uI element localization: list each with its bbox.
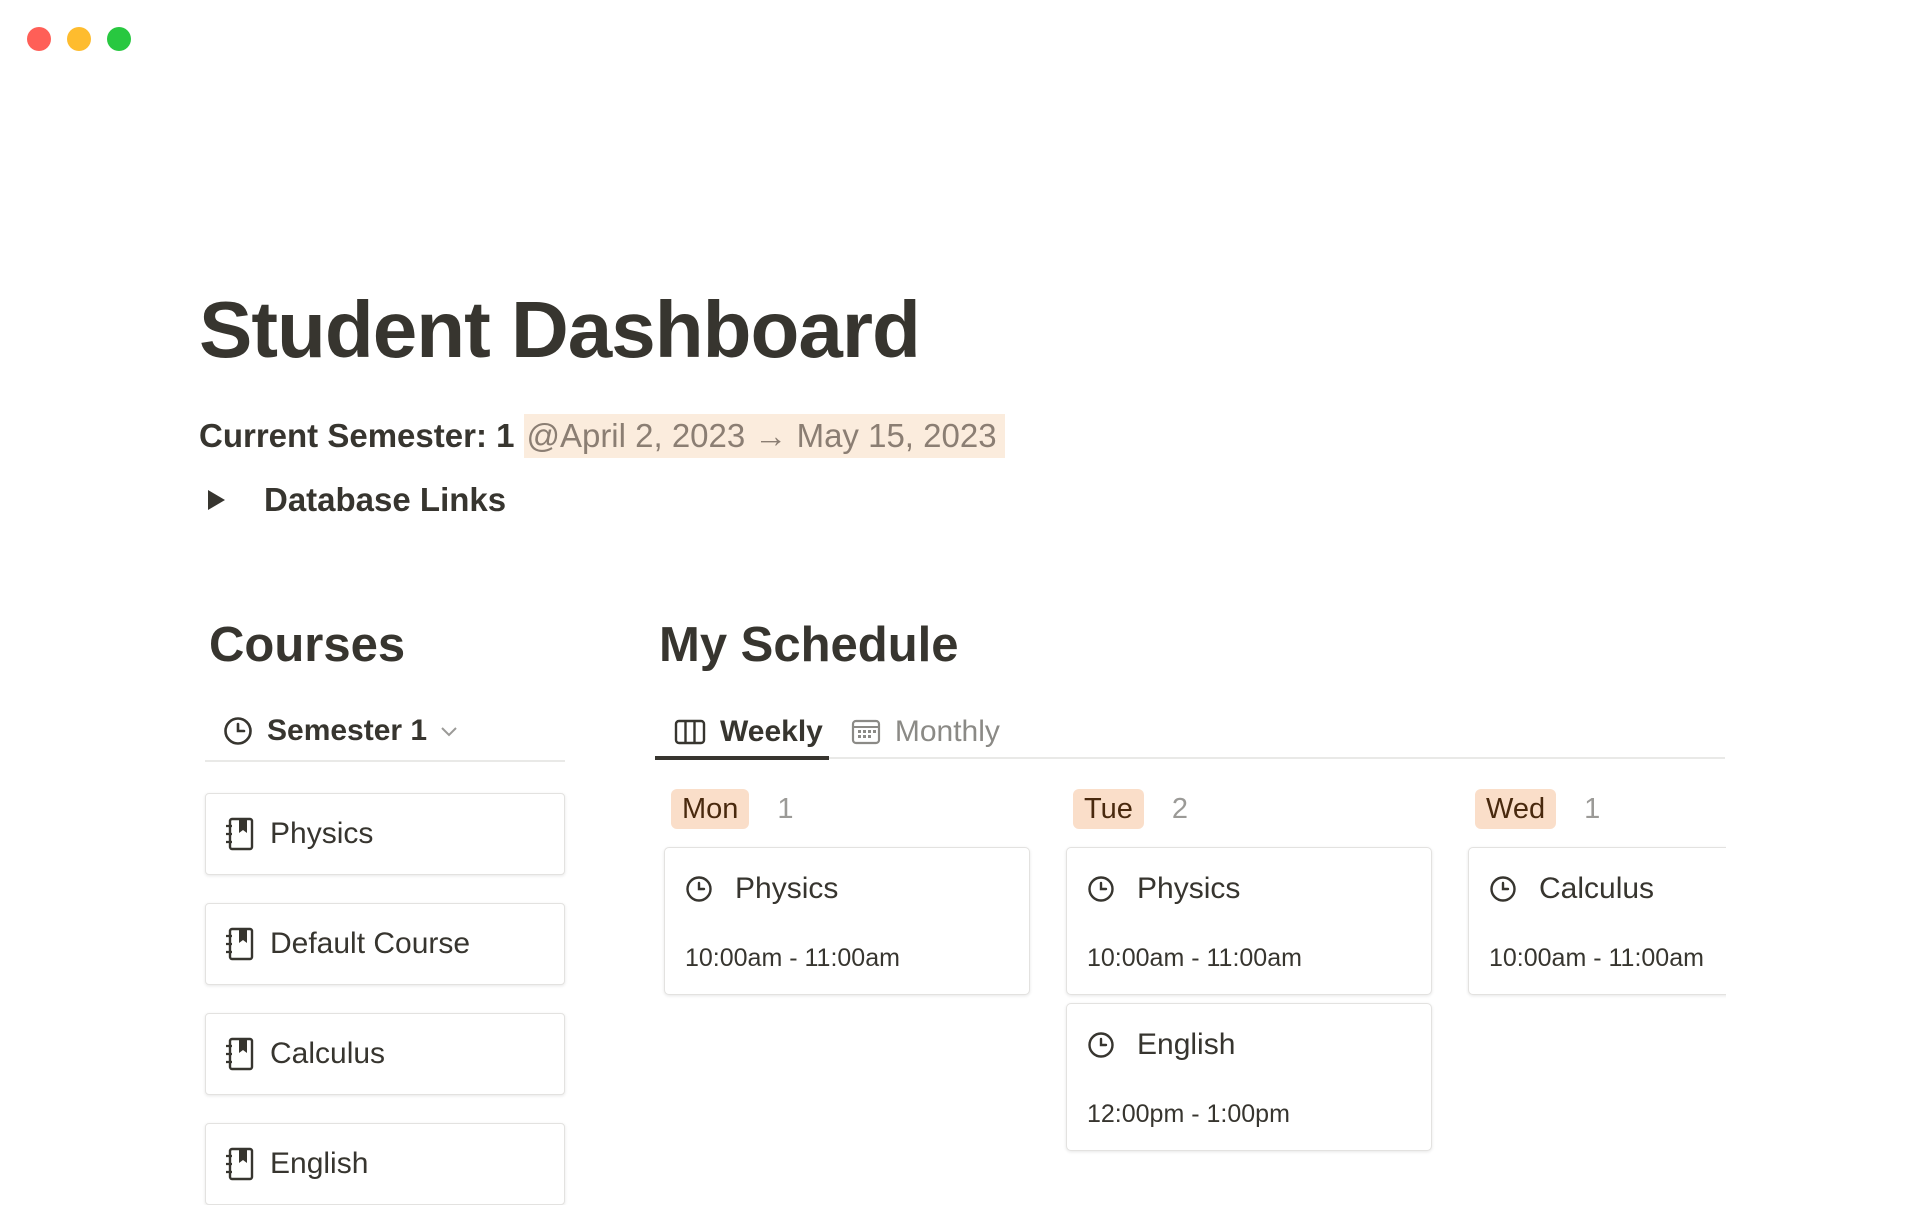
course-card[interactable]: Calculus (205, 1013, 565, 1095)
notebook-icon (224, 817, 256, 851)
schedule-card-title-row: English (1087, 1028, 1235, 1062)
day-count: 1 (777, 792, 794, 825)
event-title: English (1137, 1028, 1236, 1061)
tab-monthly[interactable]: Monthly (837, 700, 1014, 764)
maximize-window-button[interactable] (107, 27, 131, 51)
notebook-icon (224, 1147, 256, 1181)
close-window-button[interactable] (27, 27, 51, 51)
clock-icon (1087, 875, 1115, 903)
schedule-view-tabs: Weekly Monthly (660, 700, 1014, 764)
minimize-window-button[interactable] (67, 27, 91, 51)
calendar-icon (851, 718, 881, 746)
wed-column-clip: Calculus 10:00am - 11:00am (1466, 845, 1726, 1005)
database-links-toggle[interactable]: Database Links (208, 481, 506, 519)
courses-view-selector[interactable]: Semester 1 (223, 705, 459, 757)
event-time: 12:00pm - 1:00pm (1087, 1100, 1290, 1128)
event-title: Calculus (1539, 872, 1655, 905)
notebook-icon (224, 927, 256, 961)
course-card[interactable]: English (205, 1123, 565, 1205)
course-card[interactable]: Physics (205, 793, 565, 875)
schedule-card[interactable]: Calculus 10:00am - 11:00am (1468, 847, 1726, 995)
schedule-card[interactable]: English 12:00pm - 1:00pm (1066, 1003, 1432, 1151)
current-semester-label: Current Semester: 1 (199, 417, 515, 454)
current-semester-line: Current Semester: 1 @April 2, 2023 → May… (199, 414, 1005, 458)
page: Student Dashboard Current Semester: 1 @A… (0, 0, 1920, 1205)
tab-monthly-label: Monthly (894, 715, 1000, 748)
semester-date-mention[interactable]: @April 2, 2023 → May 15, 2023 (524, 414, 1005, 458)
course-title: Physics (270, 817, 374, 850)
schedule-card[interactable]: Physics 10:00am - 11:00am (664, 847, 1030, 995)
database-links-label: Database Links (264, 481, 507, 518)
courses-heading: Courses (209, 618, 406, 672)
event-time: 10:00am - 11:00am (1087, 944, 1302, 972)
clock-icon (223, 716, 253, 746)
toggle-triangle-icon[interactable] (208, 490, 225, 510)
event-title: Physics (735, 872, 839, 905)
clock-icon (1087, 1031, 1115, 1059)
tab-weekly-label: Weekly (720, 715, 823, 748)
column-header-mon[interactable]: Mon 1 (671, 789, 794, 829)
day-pill: Wed (1475, 789, 1557, 829)
schedule-heading: My Schedule (659, 618, 959, 672)
active-tab-indicator (655, 756, 829, 760)
schedule-card-title-row: Calculus (1489, 872, 1654, 906)
chevron-down-icon[interactable] (439, 724, 459, 738)
board-icon (674, 719, 706, 745)
window-controls (27, 27, 131, 51)
schedule-card-title-row: Physics (1087, 872, 1240, 906)
event-time: 10:00am - 11:00am (1489, 944, 1704, 972)
clock-icon (1489, 875, 1517, 903)
courses-view-label: Semester 1 (267, 714, 428, 747)
day-pill: Tue (1073, 789, 1144, 829)
day-pill: Mon (671, 789, 750, 829)
schedule-card-title-row: Physics (685, 872, 838, 906)
tab-weekly[interactable]: Weekly (660, 700, 837, 764)
day-count: 1 (1584, 792, 1601, 825)
column-header-wed[interactable]: Wed 1 (1475, 789, 1600, 829)
notebook-icon (224, 1037, 256, 1071)
day-count: 2 (1171, 792, 1189, 825)
course-card[interactable]: Default Course (205, 903, 565, 985)
page-title[interactable]: Student Dashboard (199, 290, 921, 370)
courses-divider (205, 760, 565, 762)
event-time: 10:00am - 11:00am (685, 944, 900, 972)
clock-icon (685, 875, 713, 903)
column-header-tue[interactable]: Tue 2 (1073, 789, 1188, 829)
schedule-card[interactable]: Physics 10:00am - 11:00am (1066, 847, 1432, 995)
event-title: Physics (1137, 872, 1241, 905)
course-title: English (270, 1147, 369, 1180)
course-title: Default Course (270, 927, 471, 960)
course-title: Calculus (270, 1037, 386, 1070)
